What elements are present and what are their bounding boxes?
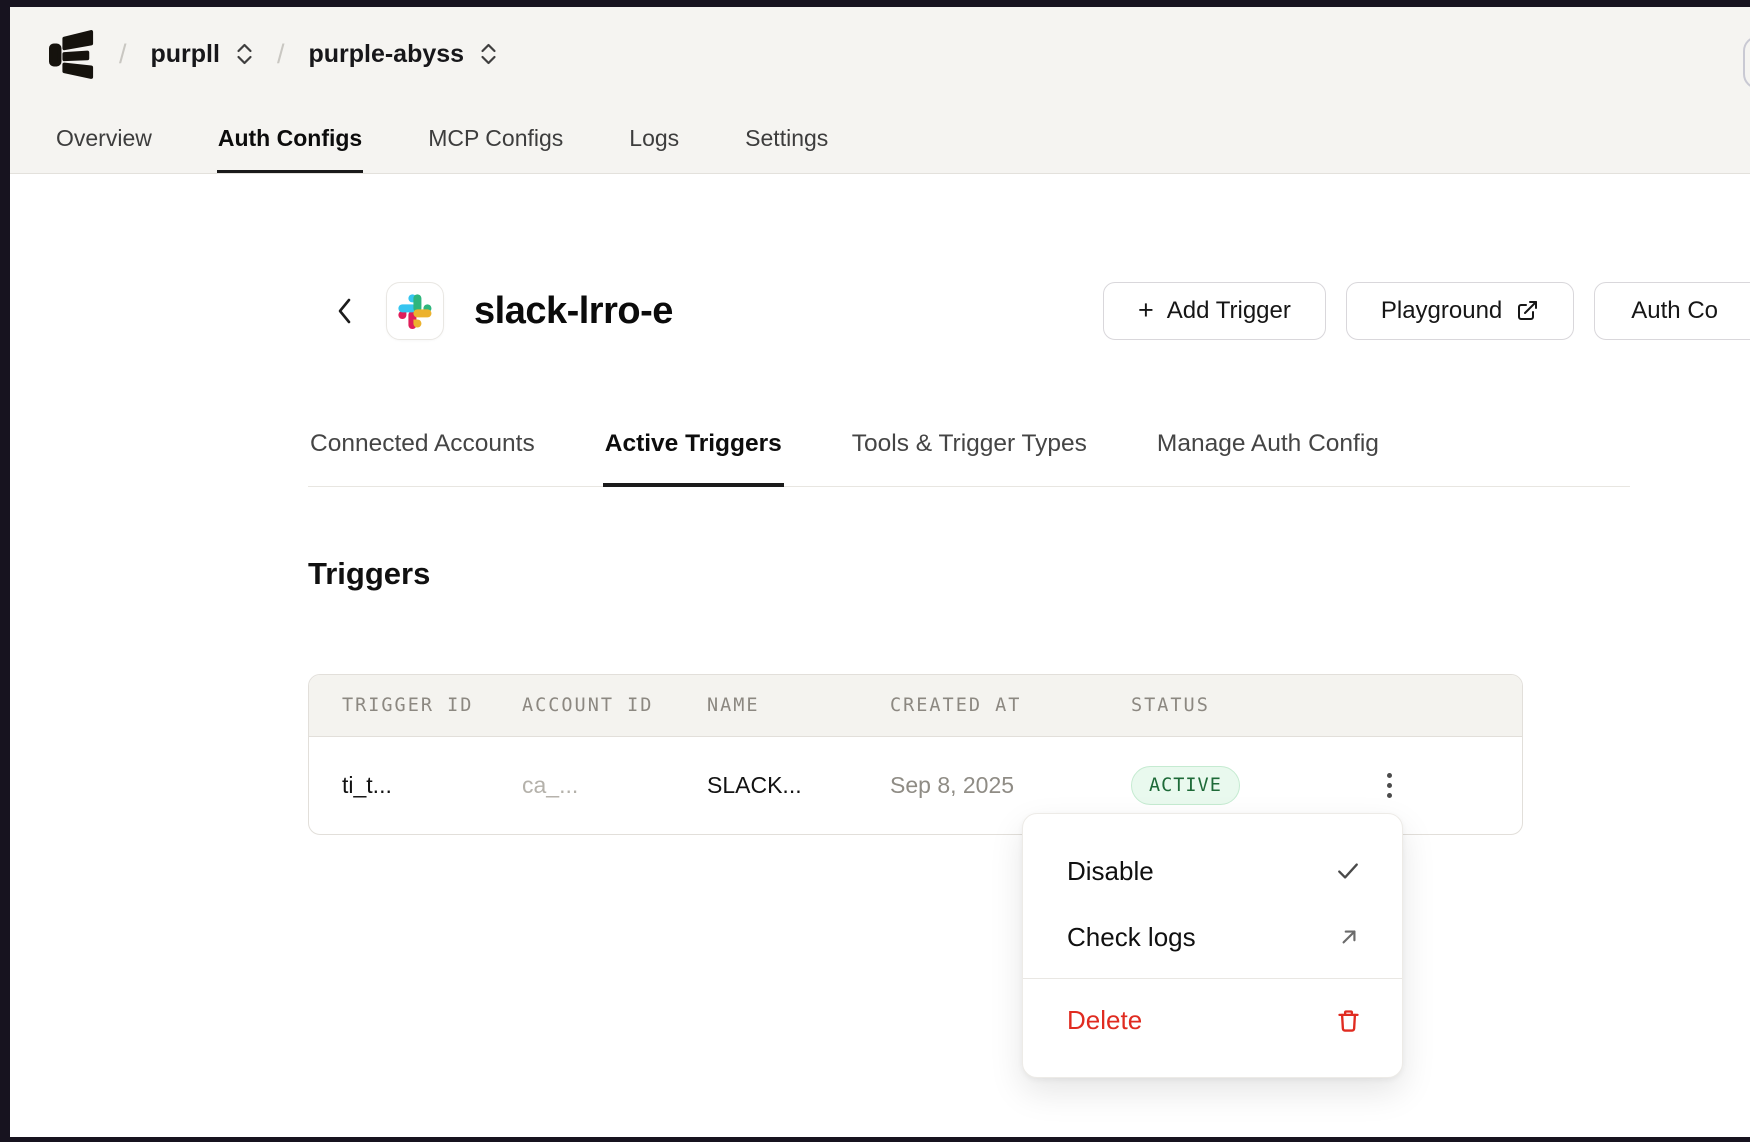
app-header: / purpll / purple-abyss Overview Auth Co… — [10, 7, 1750, 174]
plus-icon: + — [1138, 297, 1154, 324]
back-button[interactable] — [330, 289, 360, 333]
tab-logs[interactable]: Logs — [628, 125, 680, 173]
row-menu-button[interactable] — [1377, 763, 1402, 808]
menu-item-disable-label: Disable — [1067, 856, 1154, 887]
row-context-menu: Disable Check logs Delete — [1022, 813, 1403, 1078]
arrow-up-right-icon — [1336, 924, 1362, 950]
cell-account-id: ca_... — [522, 772, 707, 799]
cell-status: ACTIVE — [1131, 766, 1361, 805]
menu-item-disable[interactable]: Disable — [1023, 838, 1402, 904]
auth-config-button-partial[interactable]: Auth Co — [1594, 282, 1750, 340]
cell-actions — [1361, 763, 1522, 808]
column-header-status: STATUS — [1131, 695, 1361, 716]
page-title: slack-lrro-e — [474, 290, 673, 333]
tab-tools-trigger-types[interactable]: Tools & Trigger Types — [850, 430, 1089, 487]
section-heading: Triggers — [308, 556, 430, 592]
tab-connected-accounts[interactable]: Connected Accounts — [308, 430, 537, 487]
playground-button[interactable]: Playground — [1346, 282, 1574, 340]
cell-created-at: Sep 8, 2025 — [890, 772, 1131, 799]
toolkit-sub-tabs: Connected Accounts Active Triggers Tools… — [308, 430, 1630, 487]
external-link-icon — [1515, 299, 1539, 323]
column-header-account-id: ACCOUNT ID — [522, 695, 707, 716]
breadcrumb-org-label: purpll — [151, 40, 220, 69]
breadcrumb-org-selector[interactable]: purpll — [151, 40, 253, 69]
window-edge-bottom — [0, 1137, 1750, 1142]
menu-item-delete-label: Delete — [1067, 1005, 1142, 1036]
auth-config-label: Auth Co — [1631, 297, 1718, 325]
column-header-name: NAME — [707, 695, 890, 716]
composio-logo-icon[interactable] — [48, 29, 95, 79]
add-trigger-label: Add Trigger — [1167, 297, 1291, 325]
breadcrumb: / purpll / purple-abyss — [48, 21, 497, 87]
toolkit-title-row: slack-lrro-e — [330, 282, 673, 340]
tab-mcp-configs[interactable]: MCP Configs — [427, 125, 564, 173]
table-header-row: TRIGGER ID ACCOUNT ID NAME CREATED AT ST… — [309, 675, 1522, 737]
tab-auth-configs[interactable]: Auth Configs — [217, 125, 363, 173]
chevron-up-down-icon — [480, 43, 497, 65]
triggers-table: TRIGGER ID ACCOUNT ID NAME CREATED AT ST… — [308, 674, 1523, 835]
column-header-created-at: CREATED AT — [890, 695, 1131, 716]
add-trigger-button[interactable]: + Add Trigger — [1103, 282, 1326, 340]
kebab-icon — [1387, 773, 1392, 798]
menu-item-check-logs-label: Check logs — [1067, 922, 1196, 953]
menu-item-delete[interactable]: Delete — [1023, 987, 1402, 1053]
column-header-trigger-id: TRIGGER ID — [309, 695, 522, 716]
tab-overview[interactable]: Overview — [55, 125, 153, 173]
primary-tabs: Overview Auth Configs MCP Configs Logs S… — [55, 125, 829, 173]
tab-active-triggers[interactable]: Active Triggers — [603, 430, 784, 487]
chevron-up-down-icon — [236, 43, 253, 65]
menu-item-check-logs[interactable]: Check logs — [1023, 904, 1402, 970]
menu-divider — [1023, 978, 1402, 979]
playground-label: Playground — [1381, 297, 1502, 325]
breadcrumb-separator: / — [277, 39, 285, 70]
check-icon — [1334, 857, 1362, 885]
status-badge: ACTIVE — [1131, 766, 1240, 805]
slack-icon — [386, 282, 444, 340]
window-edge-top — [0, 0, 1750, 7]
breadcrumb-separator: / — [119, 39, 127, 70]
cell-name: SLACK... — [707, 772, 890, 799]
toolkit-actions: + Add Trigger Playground Auth Co — [1103, 282, 1750, 340]
breadcrumb-project-selector[interactable]: purple-abyss — [308, 40, 497, 69]
chevron-left-icon — [333, 292, 357, 330]
cell-trigger-id: ti_t... — [309, 772, 522, 799]
app-window: / purpll / purple-abyss Overview Auth Co… — [0, 0, 1750, 1142]
header-partial-button[interactable] — [1743, 36, 1750, 89]
trash-icon — [1335, 1007, 1362, 1034]
tab-settings[interactable]: Settings — [744, 125, 829, 173]
window-edge-left — [0, 0, 10, 1142]
breadcrumb-project-label: purple-abyss — [308, 40, 464, 69]
tab-manage-auth-config[interactable]: Manage Auth Config — [1155, 430, 1381, 487]
